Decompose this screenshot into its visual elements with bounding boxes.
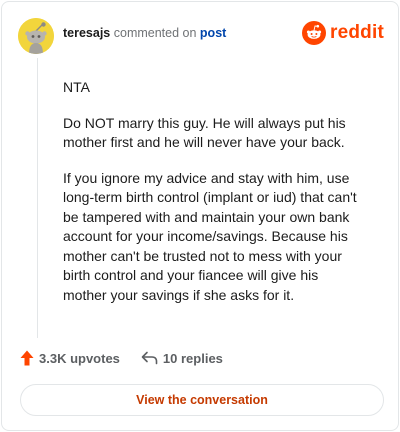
reply-arrow-icon — [141, 351, 158, 365]
upvote-arrow-icon — [20, 350, 34, 366]
post-link[interactable]: post — [200, 26, 226, 40]
brand-wordmark: reddit — [330, 22, 384, 43]
embedded-comment-card: teresajs commented on post reddit NTA Do… — [1, 1, 399, 431]
action-text: commented on — [113, 26, 197, 40]
reddit-snoo-icon — [302, 21, 327, 45]
upvote-count: 3.3K upvotes — [39, 350, 120, 366]
snoo-avatar-icon — [18, 18, 54, 54]
comment-paragraph: If you ignore my advice and stay with hi… — [63, 169, 357, 303]
comment-paragraph: Do NOT marry this guy. He will always pu… — [63, 114, 346, 151]
reply-count: 10 replies — [162, 350, 223, 366]
avatar[interactable] — [18, 18, 54, 54]
upvote-button[interactable]: 3.3K upvotes — [20, 350, 120, 366]
author-name[interactable]: teresajs — [63, 26, 110, 40]
comment-attribution: teresajs commented on post — [63, 25, 226, 41]
view-conversation-label: View the conversation — [136, 393, 268, 407]
view-conversation-button[interactable]: View the conversation — [20, 384, 384, 416]
thread-line — [37, 58, 38, 338]
comment-body: NTA Do NOT marry this guy. He will alway… — [63, 78, 363, 321]
replies-button[interactable]: 10 replies — [141, 351, 223, 366]
comment-paragraph: NTA — [63, 79, 90, 95]
reddit-logo[interactable]: reddit — [302, 21, 384, 45]
comment-header: teresajs commented on post reddit — [18, 16, 384, 56]
comment-actions: 3.3K upvotes 10 replies — [20, 350, 223, 366]
